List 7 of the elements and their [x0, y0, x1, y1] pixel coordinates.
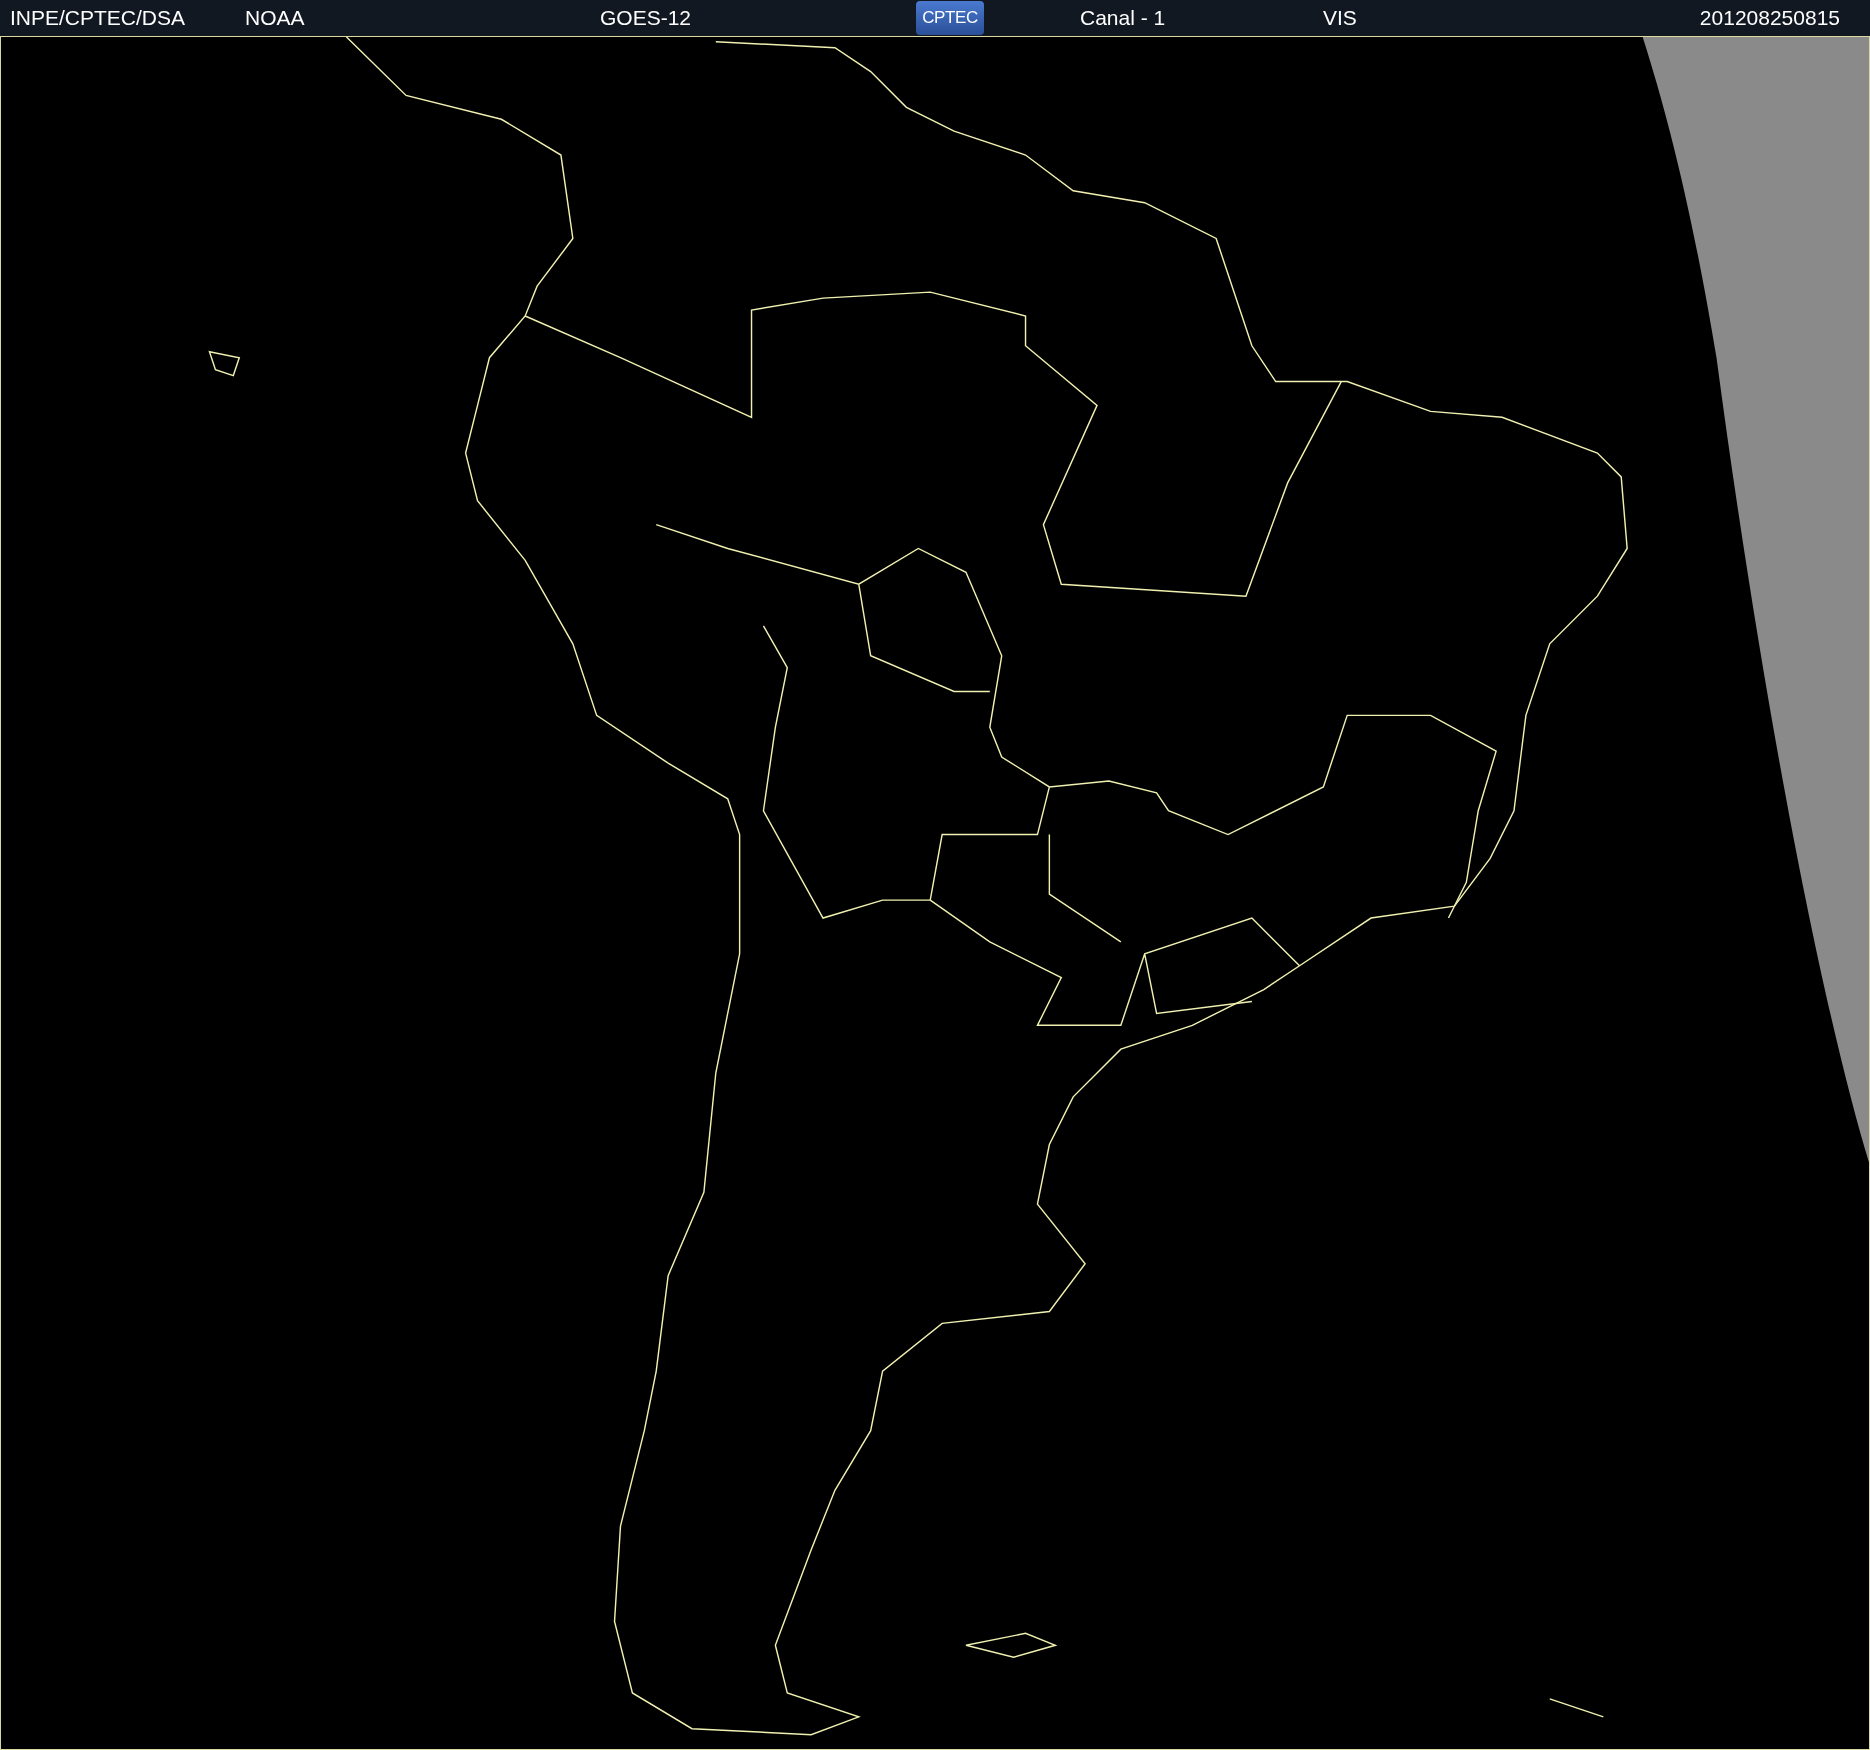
header-label: GOES-12 [600, 5, 692, 32]
logo: CPTEC [916, 1, 984, 35]
header-label: 201208250815 [1699, 5, 1840, 32]
header-label: Canal - 1 [1080, 5, 1166, 32]
header-label: NOAA [245, 5, 305, 32]
header-label: INPE/CPTEC/DSA [10, 5, 186, 32]
header-label: VIS [1323, 5, 1357, 32]
